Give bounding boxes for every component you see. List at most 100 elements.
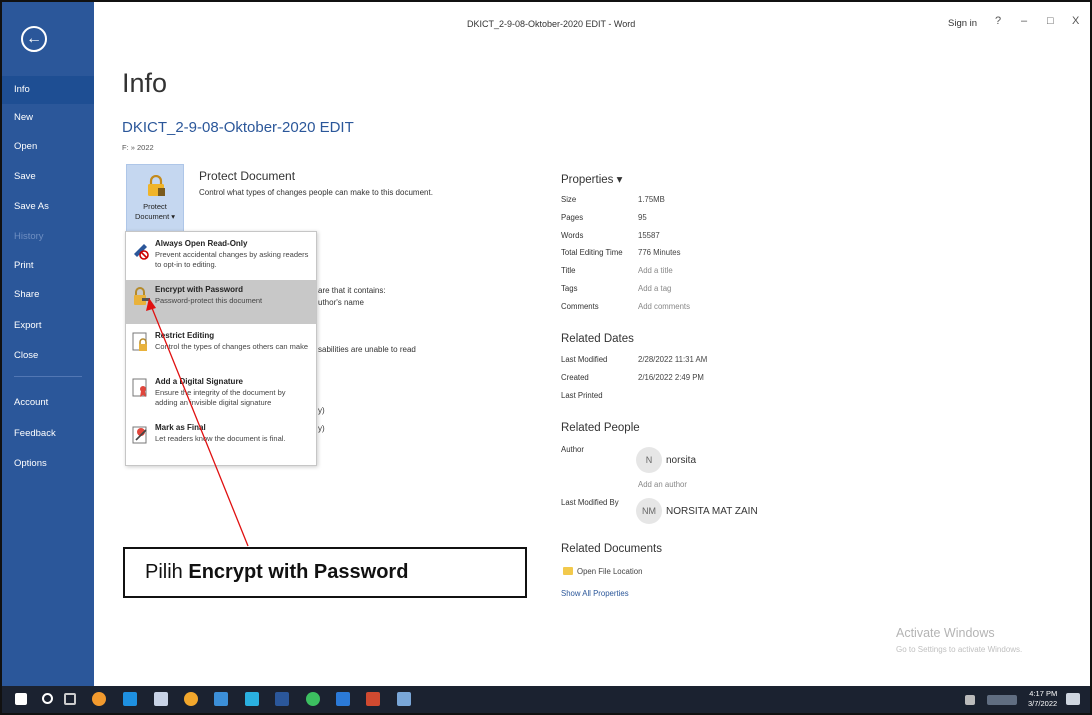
people-icon[interactable] [965,695,975,705]
sidebar-divider [14,376,82,377]
mark-final-icon [132,426,147,444]
menu-restrict-editing[interactable]: Restrict Editing Control the types of ch… [126,326,316,370]
file-explorer-icon[interactable] [154,692,168,706]
prop-size-label: Size [561,195,577,204]
menu-item-title: Add a Digital Signature [155,377,244,386]
menu-item-desc: Prevent accidental changes by asking rea… [155,250,309,269]
last-modified-value: 2/28/2022 11:31 AM [638,355,708,364]
prop-editing-time-value: 776 Minutes [638,248,681,257]
windows-taskbar: 4:17 PM 3/7/2022 [2,686,1090,713]
clock[interactable]: 4:17 PM 3/7/2022 [1028,689,1057,709]
prop-comments-input[interactable]: Add comments [638,302,690,311]
prop-tags-input[interactable]: Add a tag [638,284,671,293]
menu-item-title: Always Open Read-Only [155,239,248,248]
prop-pages-label: Pages [561,213,584,222]
help-icon[interactable]: ? [995,15,1001,27]
protect-tile-label: Protect Document ▾ [134,202,176,221]
nav-close[interactable]: Close [2,342,94,370]
created-value: 2/16/2022 2:49 PM [638,373,704,382]
edge-icon[interactable] [123,692,137,706]
author-avatar[interactable]: N [636,447,662,473]
nav-save-as[interactable]: Save As [2,193,94,221]
search-icon[interactable] [42,693,53,704]
menu-encrypt-with-password[interactable]: Encrypt with Password Password-protect t… [126,280,316,324]
author-name[interactable]: norsita [666,455,696,466]
signature-icon [132,378,147,397]
task-view-icon[interactable] [64,693,76,705]
menu-add-digital-signature[interactable]: Add a Digital Signature Ensure the integ… [126,372,316,416]
last-printed-label: Last Printed [561,391,603,400]
created-label: Created [561,373,589,382]
backstage-sidebar: ← Info New Open Save Save As History Pri… [2,2,94,686]
prop-words-value: 15587 [638,231,660,240]
activate-windows-subtitle: Go to Settings to activate Windows. [896,645,1023,654]
restrict-document-icon [132,332,147,351]
menu-item-desc: Ensure the integrity of the document by … [155,388,286,407]
mail-icon[interactable] [214,692,228,706]
restore-button[interactable]: □ [1047,15,1054,27]
document-path: F: » 2022 [122,143,154,152]
menu-item-desc: Control the types of changes others can … [155,342,309,351]
document-viewer-icon[interactable] [397,692,411,706]
menu-item-title: Restrict Editing [155,331,215,340]
lock-icon [148,175,165,196]
nav-feedback[interactable]: Feedback [2,420,94,448]
related-documents-heading: Related Documents [561,543,662,555]
window-title: DKICT_2-9-08-Oktober-2020 EDIT - Word [467,19,636,29]
last-modified-label: Last Modified [561,355,608,364]
windows-start-icon[interactable] [15,693,27,705]
firefox-icon[interactable] [92,692,106,706]
word-icon[interactable] [275,692,289,706]
folder-app-icon[interactable] [336,692,350,706]
close-button[interactable]: X [1072,15,1079,27]
nav-print[interactable]: Print [2,252,94,280]
activate-windows-title: Activate Windows [896,626,995,640]
nav-open[interactable]: Open [2,133,94,161]
store-icon[interactable] [245,692,259,706]
nav-save[interactable]: Save [2,163,94,191]
notification-icon[interactable] [1066,693,1080,705]
read-only-pencil-icon [134,244,149,260]
menu-always-open-read-only[interactable]: Always Open Read-Only Prevent accidental… [126,234,316,278]
inspect-contains-text: are that it contains: [318,286,386,295]
sign-in-link[interactable]: Sign in [948,18,977,29]
add-author-input[interactable]: Add an author [638,480,687,489]
page-title: Info [122,68,168,98]
modifier-name[interactable]: NORSITA MAT ZAIN [666,506,758,517]
inspect-author-text: uthor's name [318,298,364,307]
prop-editing-time-label: Total Editing Time [561,248,623,257]
show-all-properties-link[interactable]: Show All Properties [561,589,629,598]
menu-item-title: Encrypt with Password [155,285,244,294]
chrome-icon[interactable] [184,692,198,706]
modifier-avatar[interactable]: NM [636,498,662,524]
prop-title-label: Title [561,266,576,275]
minimize-button[interactable]: – [1021,15,1027,27]
back-arrow-icon[interactable]: ← [21,26,47,52]
accessibility-text: sabilities are unable to read [318,345,416,354]
related-dates-heading: Related Dates [561,333,634,345]
properties-heading[interactable]: Properties ▾ [561,172,622,186]
system-tray-icons[interactable] [987,695,1017,705]
nav-new[interactable]: New [2,104,94,132]
nav-options[interactable]: Options [2,450,94,478]
menu-mark-as-final[interactable]: Mark as Final Let readers know the docum… [126,418,316,462]
protect-document-button[interactable]: Protect Document ▾ [126,164,184,232]
powerpoint-icon[interactable] [366,692,380,706]
open-file-location-link[interactable]: Open File Location [577,567,642,576]
nav-share[interactable]: Share [2,281,94,309]
prop-tags-label: Tags [561,284,578,293]
protect-document-description: Control what types of changes people can… [199,188,433,197]
prop-comments-label: Comments [561,302,599,311]
prop-title-input[interactable]: Add a title [638,266,673,275]
nav-info[interactable]: Info [2,76,94,104]
versions-text-1: y) [318,406,325,415]
author-label: Author [561,445,584,454]
menu-item-desc: Let readers know the document is final. [155,434,286,443]
whatsapp-icon[interactable] [306,692,320,706]
nav-history: History [14,231,44,242]
nav-account[interactable]: Account [2,389,94,417]
protect-document-menu: Always Open Read-Only Prevent accidental… [125,231,317,466]
menu-item-desc: Password-protect this document [155,296,263,305]
nav-export[interactable]: Export [2,312,94,340]
key-lock-icon [134,287,150,305]
